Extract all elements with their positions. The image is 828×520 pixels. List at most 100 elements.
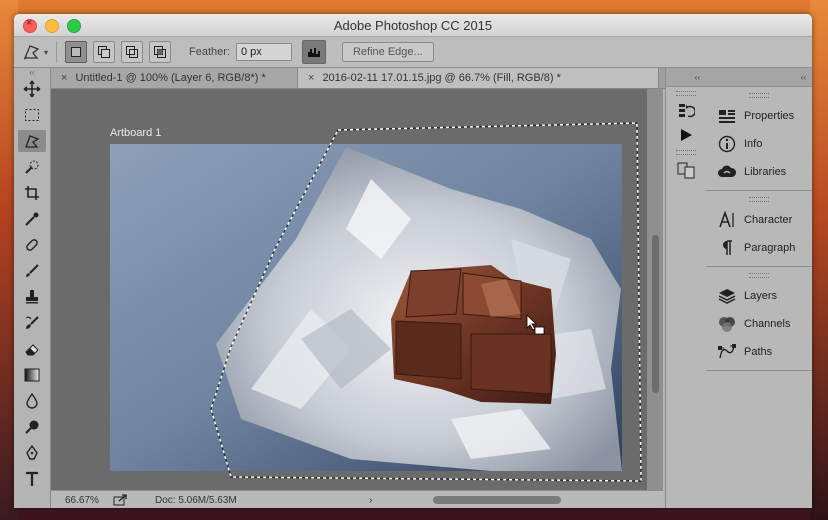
tool-preset-picker[interactable]: ▾ <box>22 41 48 63</box>
move-tool[interactable] <box>18 78 46 100</box>
tools-collapse-button[interactable]: ‹‹ <box>14 68 50 77</box>
vertical-scrollbar[interactable] <box>647 89 663 490</box>
artboard-label: Artboard 1 <box>110 127 161 139</box>
feather-input[interactable] <box>235 43 292 61</box>
panel-label: Channels <box>744 318 791 330</box>
marquee-icon <box>24 108 40 122</box>
panel-label: Layers <box>744 290 778 302</box>
feather-label: Feather: <box>189 46 230 58</box>
window-zoom-button[interactable] <box>67 19 81 33</box>
divider <box>56 41 57 63</box>
history-brush-tool[interactable] <box>18 312 46 334</box>
dock-collapse-button[interactable]: ‹‹ <box>666 68 706 87</box>
history-brush-icon <box>24 315 40 331</box>
paths-icon <box>716 342 738 362</box>
status-bar: 66.67% Doc: 5.06M/5.63M › <box>51 490 663 508</box>
polygonal-lasso-icon <box>23 133 41 149</box>
properties-icon <box>716 106 738 126</box>
tab-label: Untitled-1 @ 100% (Layer 6, RGB/8*) * <box>75 72 266 84</box>
window-close-button[interactable] <box>23 17 37 33</box>
actions-panel-button[interactable] <box>672 124 700 146</box>
refine-edge-button[interactable]: Refine Edge... <box>341 42 434 62</box>
panel-group-layers: Layers Channels Paths <box>706 267 812 371</box>
eraser-icon <box>24 341 40 357</box>
export-icon[interactable] <box>113 494 127 506</box>
panel-tab-character[interactable]: Character <box>706 206 812 234</box>
gradient-tool[interactable] <box>18 364 46 386</box>
title-bar: Adobe Photoshop CC 2015 <box>14 14 812 37</box>
eyedropper-tool[interactable] <box>18 208 46 230</box>
panel-grip[interactable] <box>749 197 769 202</box>
panel-tab-properties[interactable]: Properties <box>706 102 812 130</box>
panel-tab-paths[interactable]: Paths <box>706 338 812 366</box>
panel-label: Paragraph <box>744 242 796 254</box>
clone-source-panel-button[interactable] <box>672 159 700 181</box>
horizontal-scroll-thumb[interactable] <box>433 496 561 504</box>
close-tab-icon[interactable]: × <box>308 72 314 84</box>
brush-tool[interactable] <box>18 260 46 282</box>
panel-label: Libraries <box>744 166 787 178</box>
artboard-image: Artboard 1 <box>110 122 642 482</box>
new-selection-button[interactable] <box>65 41 87 63</box>
move-icon <box>23 80 41 98</box>
bandage-icon <box>24 237 40 253</box>
play-icon <box>679 128 693 142</box>
right-panel-dock: ‹‹ Properties Info Libraries Character P… <box>706 68 812 508</box>
intersect-selection-button[interactable] <box>149 41 171 63</box>
polygonal-lasso-tool[interactable] <box>18 130 46 152</box>
quick-selection-tool[interactable] <box>18 156 46 178</box>
close-tab-icon[interactable]: × <box>61 72 67 84</box>
dodge-icon <box>24 419 40 435</box>
history-icon <box>677 102 695 120</box>
add-selection-icon <box>97 45 111 59</box>
panel-tab-info[interactable]: Info <box>706 130 812 158</box>
zoom-level[interactable]: 66.67% <box>65 495 113 506</box>
subtract-from-selection-button[interactable] <box>121 41 143 63</box>
panel-grip[interactable] <box>676 91 696 96</box>
tab-chocolate-photo[interactable]: × 2016-02-11 17.01.15.jpg @ 66.7% (Fill,… <box>298 68 659 88</box>
new-selection-icon <box>70 46 82 58</box>
photoshop-window: Adobe Photoshop CC 2015 ▾ Feather: Refin… <box>14 14 812 508</box>
tab-label: 2016-02-11 17.01.15.jpg @ 66.7% (Fill, R… <box>322 72 561 84</box>
panel-tab-libraries[interactable]: Libraries <box>706 158 812 186</box>
clone-source-icon <box>676 161 696 179</box>
collapsed-panel-dock: ‹‹ <box>665 68 707 508</box>
tab-untitled-1[interactable]: × Untitled-1 @ 100% (Layer 6, RGB/8*) * <box>51 68 298 88</box>
crop-tool[interactable] <box>18 182 46 204</box>
blur-tool[interactable] <box>18 390 46 412</box>
panel-grip[interactable] <box>749 93 769 98</box>
clone-stamp-tool[interactable] <box>18 286 46 308</box>
pen-tool[interactable] <box>18 442 46 464</box>
subtract-selection-icon <box>125 45 139 59</box>
panel-grip[interactable] <box>749 273 769 278</box>
rectangular-marquee-tool[interactable] <box>18 104 46 126</box>
window-title: Adobe Photoshop CC 2015 <box>333 17 493 33</box>
type-tool[interactable] <box>18 468 46 490</box>
layers-icon <box>716 286 738 306</box>
panel-label: Info <box>744 138 763 150</box>
panel-tab-layers[interactable]: Layers <box>706 282 812 310</box>
panel-label: Character <box>744 214 793 226</box>
status-menu-arrow[interactable]: › <box>369 495 372 506</box>
add-to-selection-button[interactable] <box>93 41 115 63</box>
tools-panel: ‹‹ <box>14 68 51 508</box>
right-dock-collapse-button[interactable]: ‹‹ <box>706 68 812 87</box>
dodge-tool[interactable] <box>18 416 46 438</box>
eyedropper-icon <box>24 211 40 227</box>
document-canvas[interactable]: Artboard 1 <box>51 89 647 490</box>
panel-group-properties: Properties Info Libraries <box>706 87 812 191</box>
panel-tab-channels[interactable]: Channels <box>706 310 812 338</box>
eraser-tool[interactable] <box>18 338 46 360</box>
vertical-scroll-thumb[interactable] <box>652 235 659 393</box>
quick-selection-icon <box>23 159 41 175</box>
panel-tab-paragraph[interactable]: Paragraph <box>706 234 812 262</box>
history-panel-button[interactable] <box>672 100 700 122</box>
intersect-selection-icon <box>153 45 167 59</box>
healing-brush-tool[interactable] <box>18 234 46 256</box>
gradient-icon <box>24 368 40 382</box>
window-minimize-button[interactable] <box>45 19 59 33</box>
polygonal-lasso-icon <box>22 43 42 61</box>
select-and-mask-button[interactable] <box>301 40 326 64</box>
crop-icon <box>24 185 40 201</box>
panel-grip[interactable] <box>676 150 696 155</box>
